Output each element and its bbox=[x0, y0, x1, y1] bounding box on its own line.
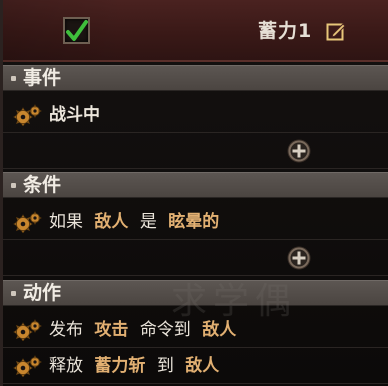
condition-if: 如果 bbox=[49, 212, 83, 232]
section-conditions-header: 条件 bbox=[3, 172, 388, 198]
section-bullet bbox=[11, 291, 16, 296]
condition-state[interactable]: 眩晕的 bbox=[168, 212, 219, 232]
event-add-row bbox=[3, 133, 388, 169]
enable-checkbox[interactable] bbox=[63, 17, 90, 44]
add-icon[interactable] bbox=[287, 246, 311, 270]
action-verb: 释放 bbox=[49, 356, 83, 376]
section-bullet bbox=[11, 76, 16, 81]
action-target[interactable]: 敌人 bbox=[185, 356, 219, 376]
checkmark-icon bbox=[66, 20, 88, 41]
action-row[interactable]: 释放 蓄力斩 到 敌人 bbox=[3, 348, 388, 384]
section-events-title: 事件 bbox=[23, 67, 62, 89]
condition-row[interactable]: 如果 敌人 是 眩晕的 bbox=[3, 204, 388, 240]
event-row-text: 战斗中 bbox=[49, 97, 106, 133]
gambit-title: 蓄力1 bbox=[258, 20, 313, 42]
add-icon[interactable] bbox=[287, 139, 311, 163]
condition-is: 是 bbox=[139, 212, 157, 232]
condition-add-row bbox=[3, 240, 388, 276]
edit-icon[interactable] bbox=[326, 21, 347, 42]
event-label: 战斗中 bbox=[49, 105, 100, 125]
gambit-panel: 蓄力1 事件 战斗中 条件 如果 敌人 是 眩晕的 动作 发布 攻击 命令到 敌… bbox=[0, 0, 388, 386]
gambit-header: 蓄力1 bbox=[3, 0, 388, 62]
gear-icon[interactable] bbox=[12, 319, 44, 341]
section-events-header: 事件 bbox=[3, 65, 388, 91]
action-command[interactable]: 攻击 bbox=[94, 320, 128, 340]
gear-icon[interactable] bbox=[12, 355, 44, 377]
section-actions-title: 动作 bbox=[23, 282, 62, 304]
condition-target[interactable]: 敌人 bbox=[94, 212, 128, 232]
section-bullet bbox=[11, 183, 16, 188]
event-row[interactable]: 战斗中 bbox=[3, 97, 388, 133]
section-conditions-title: 条件 bbox=[23, 174, 62, 196]
watermark: 求学偶 bbox=[171, 281, 298, 322]
action-connector: 到 bbox=[156, 356, 174, 376]
action-verb: 发布 bbox=[49, 320, 83, 340]
condition-row-text: 如果 敌人 是 眩晕的 bbox=[49, 204, 225, 240]
action-skill[interactable]: 蓄力斩 bbox=[94, 356, 145, 376]
action-row-text: 释放 蓄力斩 到 敌人 bbox=[49, 348, 225, 384]
gear-icon[interactable] bbox=[12, 104, 44, 126]
gear-icon[interactable] bbox=[12, 211, 44, 233]
